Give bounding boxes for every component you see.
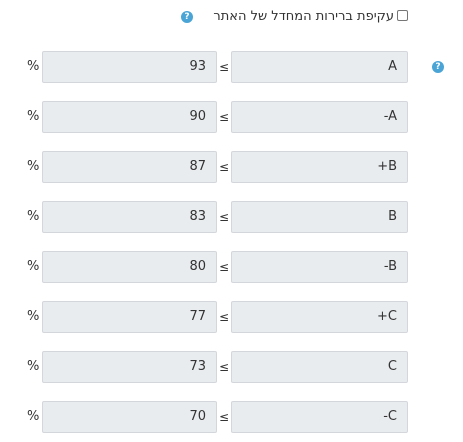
grade-boundary-field[interactable]: 83 xyxy=(42,201,217,233)
override-defaults-label: עקיפת ברירות המחדל של האתר xyxy=(213,9,394,24)
less-equal-sign: ≤ xyxy=(219,410,230,424)
grade-row: % 90 ≤ -A xyxy=(0,101,463,133)
percent-sign: % xyxy=(27,259,40,274)
grade-boundary-field[interactable]: 80 xyxy=(42,251,217,283)
grade-boundary-field[interactable]: 87 xyxy=(42,151,217,183)
less-equal-sign: ≤ xyxy=(219,260,230,274)
grade-row: % 73 ≤ C xyxy=(0,351,463,383)
grade-letter-field[interactable]: +C xyxy=(231,301,408,333)
less-equal-sign: ≤ xyxy=(219,210,230,224)
grade-boundary-field[interactable]: 93 xyxy=(42,51,217,83)
percent-sign: % xyxy=(27,159,40,174)
percent-sign: % xyxy=(27,309,40,324)
grade-letter-field[interactable]: A xyxy=(231,51,408,83)
grade-boundary-field[interactable]: 90 xyxy=(42,101,217,133)
grade-boundary-field[interactable]: 73 xyxy=(42,351,217,383)
grade-letter-field[interactable]: -C xyxy=(231,401,408,433)
grade-letter-field[interactable]: +B xyxy=(231,151,408,183)
grade-row: % 93 ≤ A xyxy=(0,51,463,83)
grade-row: % 77 ≤ +C xyxy=(0,301,463,333)
help-icon[interactable]: ? xyxy=(181,11,193,23)
grade-letter-field[interactable]: -B xyxy=(231,251,408,283)
grade-letter-field[interactable]: -A xyxy=(231,101,408,133)
grade-row: % 87 ≤ +B xyxy=(0,151,463,183)
less-equal-sign: ≤ xyxy=(219,310,230,324)
percent-sign: % xyxy=(27,359,40,374)
grade-letter-field[interactable]: B xyxy=(231,201,408,233)
grade-row: % 70 ≤ -C xyxy=(0,401,463,433)
grade-row: % 80 ≤ -B xyxy=(0,251,463,283)
less-equal-sign: ≤ xyxy=(219,360,230,374)
less-equal-sign: ≤ xyxy=(219,110,230,124)
percent-sign: % xyxy=(27,209,40,224)
less-equal-sign: ≤ xyxy=(219,60,230,74)
grade-boundary-field[interactable]: 70 xyxy=(42,401,217,433)
grade-row: % 83 ≤ B xyxy=(0,201,463,233)
grade-boundary-field[interactable]: 77 xyxy=(42,301,217,333)
less-equal-sign: ≤ xyxy=(219,160,230,174)
grade-letter-field[interactable]: C xyxy=(231,351,408,383)
override-defaults-checkbox[interactable] xyxy=(397,10,408,21)
percent-sign: % xyxy=(27,409,40,424)
percent-sign: % xyxy=(27,59,40,74)
percent-sign: % xyxy=(27,109,40,124)
